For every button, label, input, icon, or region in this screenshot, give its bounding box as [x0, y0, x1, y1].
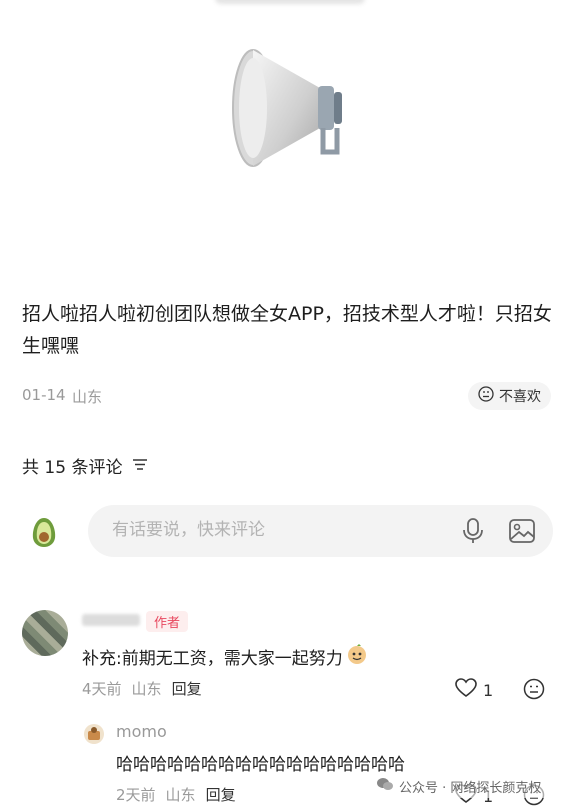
like-button[interactable]: 1 [455, 678, 493, 702]
reply-location: 山东 [165, 786, 196, 804]
dislike-face-icon [478, 386, 494, 406]
post-date: 01-14 [22, 386, 66, 404]
emoji-icon[interactable] [523, 678, 545, 704]
avocado-icon[interactable] [30, 516, 58, 548]
comment-input-box[interactable] [88, 505, 553, 557]
comments-count-title: 共 15 条评论 [22, 458, 123, 478]
reply-text: 哈哈哈哈哈哈哈哈哈哈哈哈哈哈哈哈哈 [116, 755, 405, 775]
reply-time: 2天前 [116, 786, 156, 804]
watermark: 公众号 · 网络探长颜克权 [372, 774, 546, 798]
comment-location: 山东 [131, 680, 162, 698]
comment-time: 4天前 [82, 680, 122, 698]
megaphone-icon [225, 40, 355, 170]
avatar[interactable] [84, 724, 104, 744]
comments-header: 共 15 条评论 [22, 453, 148, 478]
reply-author[interactable]: momo [116, 722, 167, 741]
image-icon[interactable] [508, 518, 536, 548]
comment-input[interactable] [110, 519, 414, 541]
sort-icon[interactable] [132, 456, 148, 476]
heart-icon [455, 678, 477, 702]
avatar[interactable] [22, 610, 68, 656]
reply-button[interactable]: 回复 [172, 678, 202, 699]
reply-button[interactable]: 回复 [206, 784, 236, 805]
post-location: 山东 [72, 388, 103, 406]
wechat-icon [376, 776, 394, 796]
like-count: 1 [483, 680, 494, 700]
dislike-button[interactable]: 不喜欢 [468, 382, 551, 410]
cut-off-title [215, 0, 365, 4]
watermark-text: 公众号 · 网络探长颜克权 [399, 780, 542, 796]
emoji-sticker-icon [345, 643, 369, 669]
blurred-username [82, 614, 140, 626]
dislike-label: 不喜欢 [499, 389, 541, 405]
comment-text: 补充:前期无工资，需大家一起努力 [82, 643, 369, 669]
comment-text-content: 补充:前期无工资，需大家一起努力 [82, 648, 343, 669]
microphone-icon[interactable] [461, 517, 485, 549]
post-text: 招人啦招人啦初创团队想做全女APP，招技术型人才啦！只招女生嘿嘿 [22, 303, 552, 357]
reply-meta: 2天前 山东 回复 [116, 784, 236, 805]
comment-meta: 4天前 山东 回复 [82, 678, 202, 699]
author-tag: 作者 [146, 611, 189, 632]
